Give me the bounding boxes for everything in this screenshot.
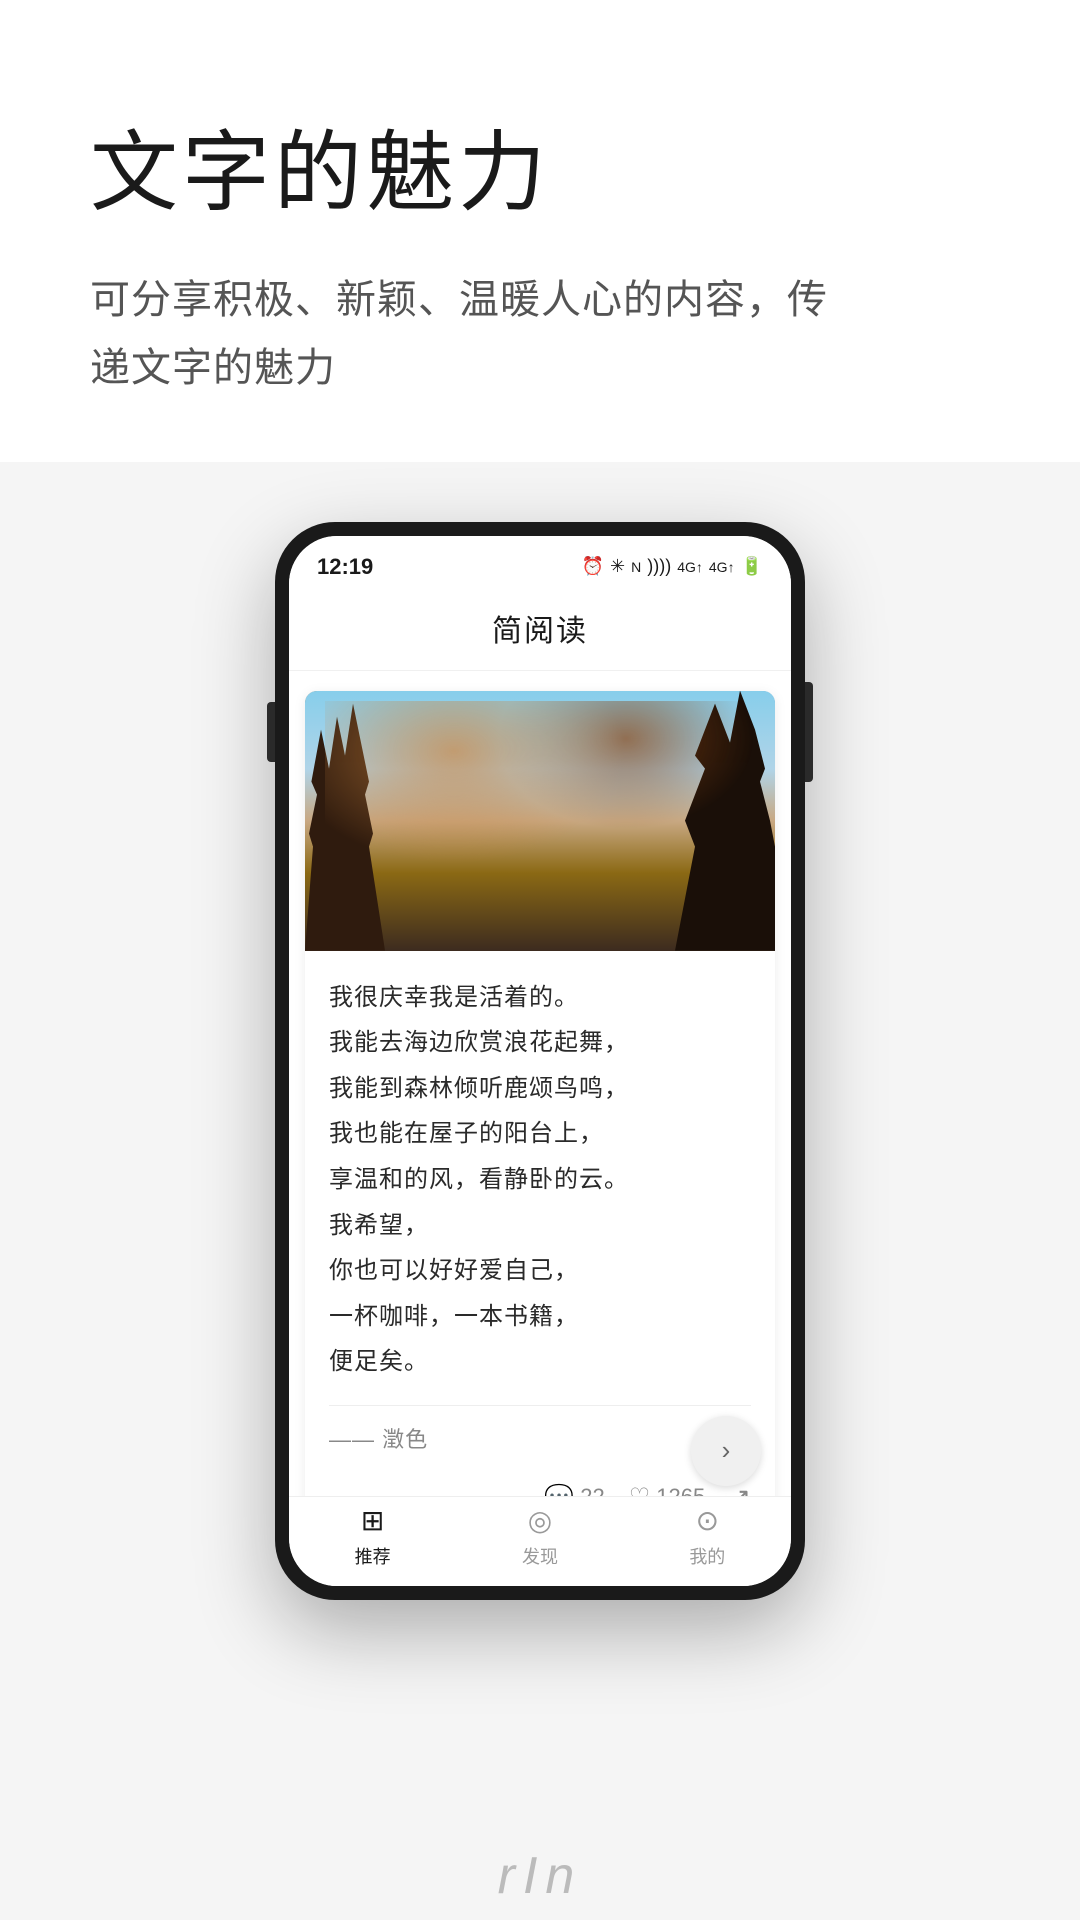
app-header: 简阅读 xyxy=(289,590,791,671)
watermark-text: rIn xyxy=(498,1846,583,1906)
nfc-icon: N xyxy=(631,559,641,575)
article-text: 我很庆幸我是活着的。 我能去海边欣赏浪花起舞， 我能到森林倾听鹿颂鸟鸣， 我也能… xyxy=(329,975,751,1385)
phone-section: 12:19 ⏰ ✳ N )))) 4G↑ 4G↑ 🔋 简阅读 xyxy=(0,462,1080,1600)
bottom-watermark: rIn xyxy=(0,1832,1080,1920)
content-card[interactable]: 我很庆幸我是活着的。 我能去海边欣赏浪花起舞， 我能到森林倾听鹿颂鸟鸣， 我也能… xyxy=(305,691,775,1533)
alarm-icon: ⏰ xyxy=(582,556,604,577)
nav-item-recommend[interactable]: ⊞ 推荐 xyxy=(289,1504,456,1569)
subtitle: 可分享积极、新颖、温暖人心的内容，传递文字的魅力 xyxy=(90,266,990,402)
nav-label-recommend: 推荐 xyxy=(355,1543,391,1569)
nav-label-discover: 发现 xyxy=(522,1543,558,1569)
bottom-nav: ⊞ 推荐 ◎ 发现 ⊙ 我的 xyxy=(289,1496,791,1586)
nav-item-mine[interactable]: ⊙ 我的 xyxy=(624,1504,791,1569)
phone-mockup: 12:19 ⏰ ✳ N )))) 4G↑ 4G↑ 🔋 简阅读 xyxy=(275,522,805,1600)
recommend-icon: ⊞ xyxy=(361,1504,384,1537)
next-arrow-icon: › xyxy=(722,1435,731,1466)
tree-right-decoration xyxy=(675,691,775,951)
bluetooth-icon: ✳ xyxy=(610,556,625,577)
nav-item-discover[interactable]: ◎ 发现 xyxy=(456,1504,623,1569)
battery-icon: 🔋 xyxy=(741,556,763,577)
status-bar: 12:19 ⏰ ✳ N )))) 4G↑ 4G↑ 🔋 xyxy=(289,536,791,590)
signal-4g-icon: 4G↑ xyxy=(677,559,703,575)
mine-icon: ⊙ xyxy=(696,1504,719,1537)
article-image xyxy=(305,691,775,951)
nav-label-mine: 我的 xyxy=(689,1543,725,1569)
status-icons: ⏰ ✳ N )))) 4G↑ 4G↑ 🔋 xyxy=(582,556,763,577)
main-title: 文字的魅力 xyxy=(90,120,990,226)
wifi-icon: )))) xyxy=(647,556,671,577)
signal-4g2-icon: 4G↑ xyxy=(709,559,735,575)
discover-icon: ◎ xyxy=(528,1504,552,1537)
top-section: 文字的魅力 可分享积极、新颖、温暖人心的内容，传递文字的魅力 xyxy=(0,0,1080,462)
phone-screen: 12:19 ⏰ ✳ N )))) 4G↑ 4G↑ 🔋 简阅读 xyxy=(289,536,791,1586)
next-button[interactable]: › xyxy=(691,1416,761,1486)
status-time: 12:19 xyxy=(317,554,373,580)
article-author: —— 澂色 xyxy=(329,1405,751,1454)
tree-left-decoration xyxy=(305,691,385,951)
article-body: 我很庆幸我是活着的。 我能去海边欣赏浪花起舞， 我能到森林倾听鹿颂鸟鸣， 我也能… xyxy=(305,951,775,1470)
app-title: 简阅读 xyxy=(492,615,588,648)
